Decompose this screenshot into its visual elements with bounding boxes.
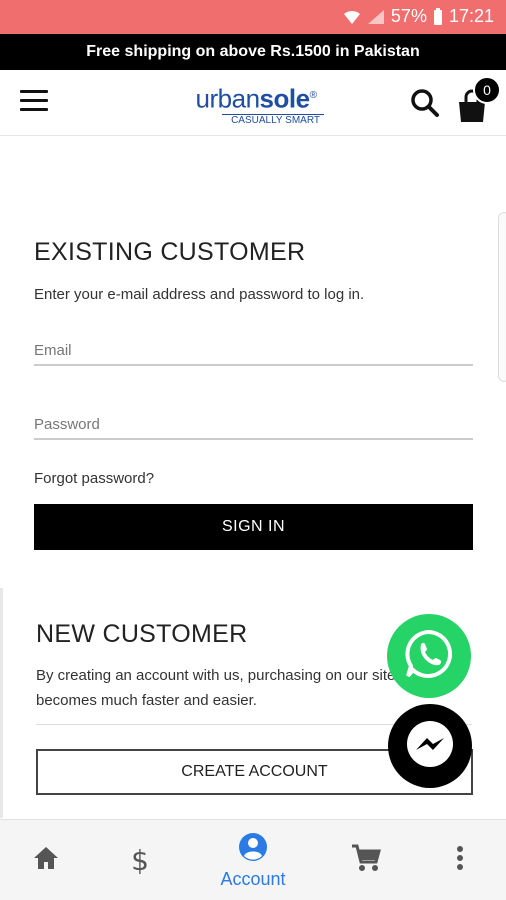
more-vertical-icon <box>456 845 464 876</box>
home-icon <box>32 845 60 876</box>
email-field <box>34 326 473 366</box>
scroll-indicator <box>498 212 506 382</box>
urbansole-logo[interactable]: urbansole® CASUALLY SMART <box>188 82 324 126</box>
cart-count-badge: 0 <box>473 76 501 104</box>
existing-customer-title: EXISTING CUSTOMER <box>34 238 306 266</box>
new-customer-description-line2: becomes much faster and easier. <box>36 692 257 709</box>
wifi-icon <box>343 9 361 25</box>
promo-banner: Free shipping on above Rs.1500 in Pakist… <box>0 34 506 70</box>
new-customer-description-line1: By creating an account with us, purchasi… <box>36 667 396 684</box>
nav-item-cart[interactable] <box>336 820 396 900</box>
logo-text-sole: sole <box>259 83 311 114</box>
messenger-icon <box>400 714 460 779</box>
email-input[interactable] <box>34 326 473 362</box>
section-border <box>0 588 3 818</box>
whatsapp-icon <box>402 627 456 686</box>
hamburger-menu-icon[interactable] <box>20 90 48 114</box>
nav-item-currency[interactable]: $ <box>110 820 170 900</box>
signal-icon <box>367 9 385 25</box>
search-icon[interactable] <box>410 88 440 118</box>
promo-text: Free shipping on above Rs.1500 in Pakist… <box>86 43 420 60</box>
messenger-button[interactable] <box>388 704 472 788</box>
cart-icon <box>350 843 382 878</box>
password-input[interactable] <box>34 400 473 436</box>
logo-tagline: CASUALLY SMART <box>222 113 324 127</box>
existing-customer-description: Enter your e-mail address and password t… <box>34 286 365 303</box>
forgot-password-link[interactable]: Forgot password? <box>34 470 154 487</box>
site-header: urbansole® CASUALLY SMART <box>0 70 506 136</box>
dollar-icon: $ <box>131 844 149 877</box>
battery-percent: 57% <box>390 6 427 26</box>
bottom-navigation: $ Account <box>0 819 506 900</box>
logo-text-urban: urban <box>195 83 261 114</box>
nav-label-account: Account <box>220 868 286 889</box>
whatsapp-button[interactable] <box>387 614 471 698</box>
nav-item-home[interactable] <box>16 820 76 900</box>
new-customer-title: NEW CUSTOMER <box>36 620 248 648</box>
nav-item-account[interactable]: Account <box>203 820 303 900</box>
logo-registered-mark: ® <box>309 90 317 101</box>
sign-in-button[interactable]: SIGN IN <box>34 504 473 550</box>
clock: 17:21 <box>448 6 494 26</box>
nav-item-more[interactable] <box>440 820 480 900</box>
battery-icon <box>433 7 443 26</box>
account-icon <box>238 832 268 867</box>
status-indicators: 57% 17:21 <box>343 6 494 27</box>
password-field <box>34 400 473 440</box>
status-bar: 57% 17:21 <box>0 0 506 34</box>
